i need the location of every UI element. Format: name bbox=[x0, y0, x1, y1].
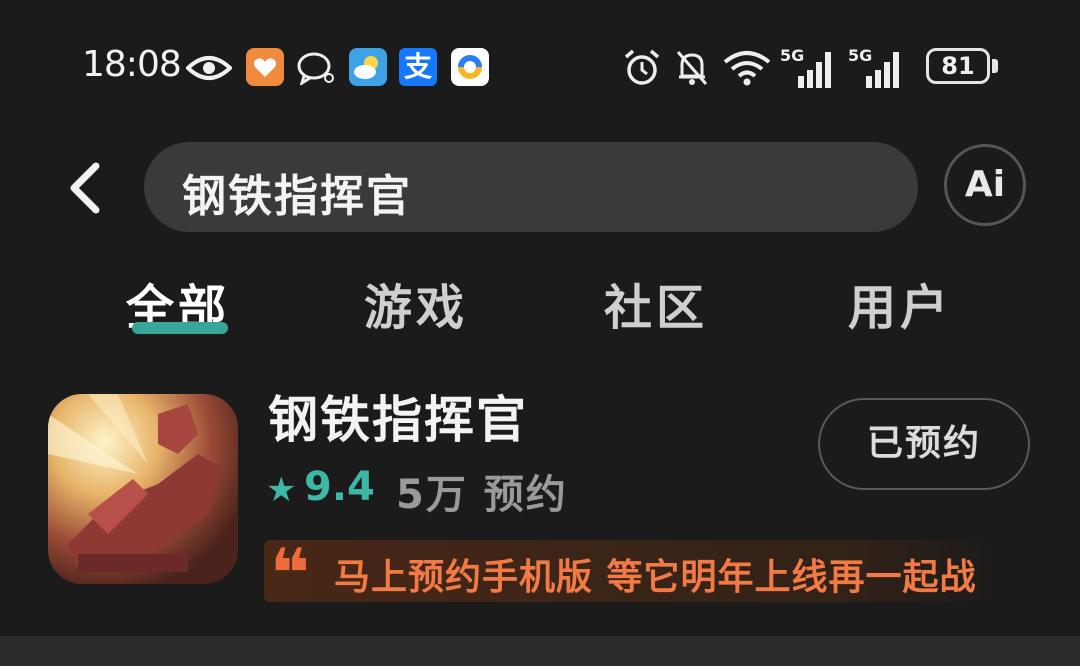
status-time: 18:08 bbox=[82, 44, 182, 85]
tab-users[interactable]: 用户 bbox=[848, 268, 952, 338]
review-quote-text: 马上预约手机版 等它明年上线再一起战 bbox=[334, 557, 977, 598]
battery-level: 81 bbox=[941, 52, 975, 80]
cellular-signal-icon-2: 5G bbox=[848, 46, 906, 88]
network-type-label-2: 5G bbox=[848, 46, 873, 65]
battery-tip bbox=[992, 59, 998, 73]
network-type-label: 5G bbox=[780, 46, 805, 65]
reservation-count: 5万 预约 bbox=[396, 472, 568, 518]
reserved-button[interactable]: 已预约 bbox=[818, 398, 1030, 490]
bell-muted-icon bbox=[676, 51, 708, 85]
tab-games[interactable]: 游戏 bbox=[364, 268, 468, 338]
game-title[interactable]: 钢铁指挥官 bbox=[268, 380, 528, 452]
review-quote[interactable]: ❝ 马上预约手机版 等它明年上线再一起战 bbox=[264, 540, 1004, 602]
tab-community[interactable]: 社区 bbox=[604, 268, 708, 338]
battery-icon: 81 bbox=[926, 48, 990, 84]
alipay-icon: 支 bbox=[399, 48, 437, 86]
search-query: 钢铁指挥官 bbox=[182, 171, 412, 222]
wifi-icon bbox=[723, 51, 771, 86]
quote-icon: ❝ bbox=[270, 540, 310, 602]
search-input[interactable]: 钢铁指挥官 bbox=[144, 142, 918, 232]
back-chevron-icon[interactable] bbox=[62, 160, 106, 216]
game-app-icon[interactable] bbox=[48, 394, 238, 584]
chat-bubble-icon bbox=[297, 52, 334, 86]
ai-button[interactable]: Ai bbox=[944, 144, 1026, 226]
star-icon: ★ bbox=[266, 470, 297, 510]
rating-score: 9.4 bbox=[304, 464, 375, 510]
eye-icon bbox=[186, 56, 232, 80]
heart-app-icon bbox=[246, 48, 284, 86]
weather-icon bbox=[349, 48, 387, 86]
cellular-signal-icon: 5G bbox=[780, 46, 838, 88]
section-divider bbox=[0, 636, 1080, 666]
alarm-icon bbox=[624, 49, 660, 85]
active-tab-indicator bbox=[132, 322, 228, 334]
status-bar: 18:08 支 5G 5G 81 bbox=[0, 0, 1080, 130]
browser-icon bbox=[451, 48, 489, 86]
